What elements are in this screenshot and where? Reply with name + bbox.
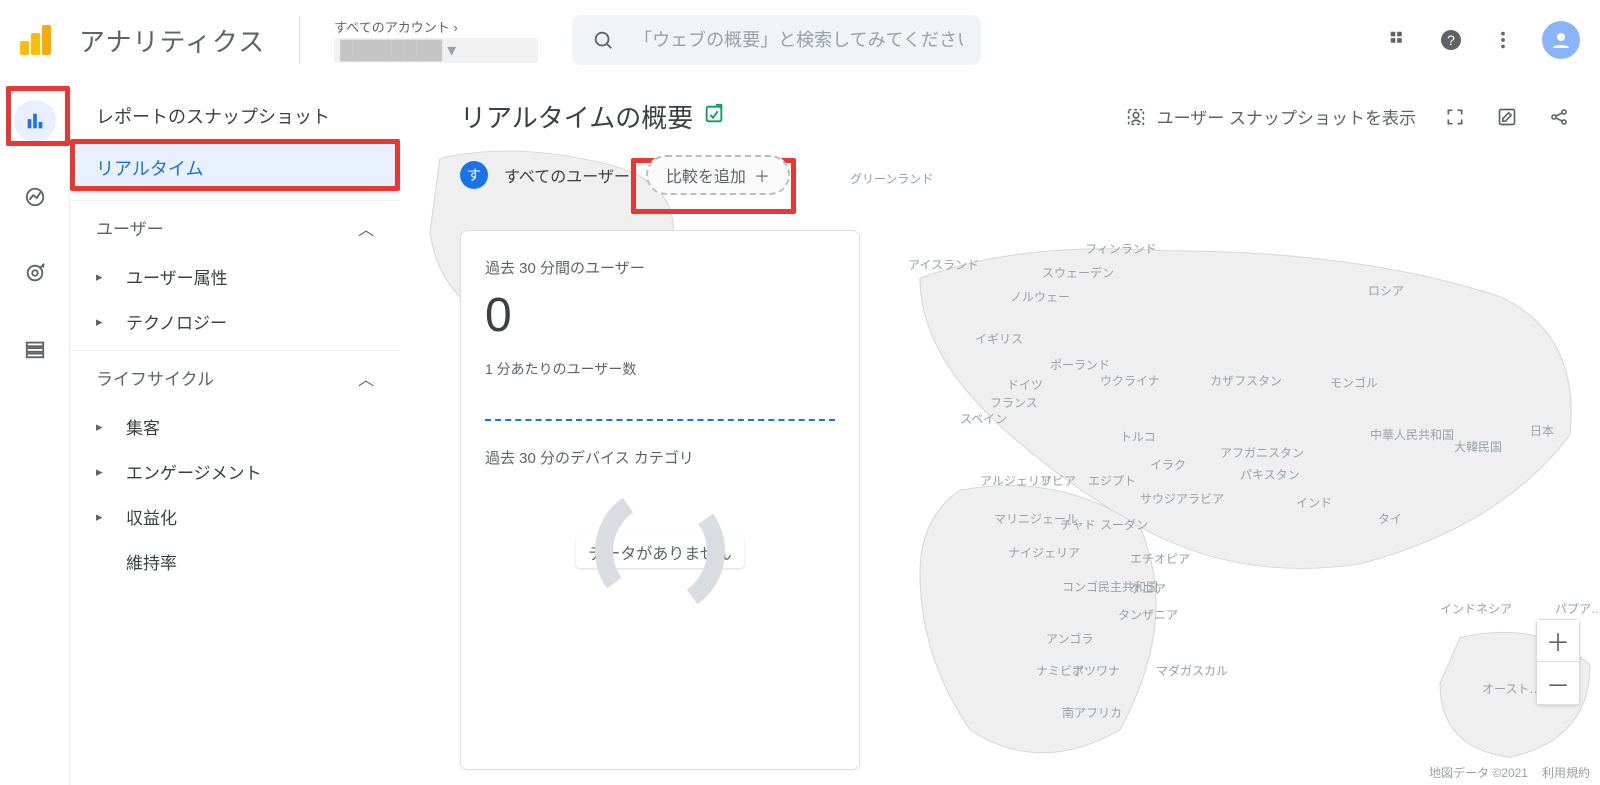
sidebar-item-label: 収益化 (126, 504, 177, 529)
card-title: 過去 30 分間のユーザー (485, 257, 835, 278)
search-box[interactable] (572, 15, 981, 65)
add-comparison-label: 比較を追加 (666, 163, 746, 187)
caret-right-icon: ▸ (96, 269, 110, 285)
main-content: グリーンランドアイスランドフィンランドスウェーデンノルウェーイギリスポーランドロ… (400, 80, 1600, 785)
main-header: リアルタイムの概要 ユーザー スナップショットを表示 (400, 80, 1600, 145)
account-breadcrumb: すべてのアカウント › (334, 17, 538, 36)
caret-right-icon: ▸ (96, 314, 110, 330)
sidebar-item-snapshot[interactable]: レポートのスナップショット (70, 90, 400, 142)
edit-icon[interactable] (1494, 104, 1520, 130)
snapshot-button-label: ユーザー スナップショットを表示 (1157, 104, 1416, 129)
sparkline-placeholder (485, 419, 835, 421)
top-header: アナリティクス すべてのアカウント › ████████ ? (0, 0, 1600, 80)
nav-rail (0, 80, 70, 785)
sidebar-item-technology[interactable]: ▸ テクノロジー (70, 299, 400, 344)
map-attribution-text: 地図データ ©2021 (1429, 764, 1528, 781)
share-icon[interactable] (1546, 104, 1572, 130)
sidebar-item-realtime[interactable]: リアルタイム (70, 142, 400, 194)
account-picker[interactable]: すべてのアカウント › ████████ (316, 17, 556, 63)
realtime-card: 過去 30 分間のユーザー 0 1 分あたりのユーザー数 過去 30 分のデバイ… (460, 230, 860, 770)
more-icon[interactable] (1490, 27, 1516, 53)
configure-icon[interactable] (14, 328, 56, 370)
sidebar-item-retention[interactable]: ▸ 維持率 (70, 539, 400, 584)
sidebar-group-label: ユーザー (96, 215, 164, 240)
add-comparison-button[interactable]: 比較を追加 ＋ (646, 155, 790, 195)
account-name: ████████ (334, 38, 538, 63)
sidebar: レポートのスナップショット リアルタイム ユーザー ︿ ▸ ユーザー属性 ▸ テ… (70, 80, 400, 785)
title-actions: ユーザー スナップショットを表示 (1125, 104, 1572, 130)
apps-icon[interactable] (1386, 27, 1412, 53)
reports-icon[interactable] (14, 100, 56, 142)
caret-right-icon: ▸ (96, 464, 110, 480)
caret-right-icon: ▸ (96, 509, 110, 525)
chevron-up-icon: ︿ (358, 366, 374, 390)
card-value: 0 (485, 288, 835, 343)
sidebar-item-label: 集客 (126, 414, 160, 439)
avatar[interactable] (1542, 21, 1580, 59)
header-actions: ? (1386, 21, 1580, 59)
sidebar-item-label: レポートのスナップショット (96, 103, 330, 129)
map-attribution: 地図データ ©2021 利用規約 (1429, 764, 1590, 781)
sidebar-group-lifecycle[interactable]: ライフサイクル ︿ (70, 350, 400, 404)
analytics-logo (20, 25, 51, 55)
caret-right-icon: ▸ (96, 419, 110, 435)
sidebar-item-label: リアルタイム (96, 155, 203, 181)
sidebar-item-label: ユーザー属性 (126, 264, 228, 289)
explore-icon[interactable] (14, 176, 56, 218)
page-title: リアルタイムの概要 (460, 98, 725, 135)
sidebar-item-engagement[interactable]: ▸ エンゲージメント (70, 449, 400, 494)
plus-icon: ＋ (754, 163, 770, 187)
user-snapshot-button[interactable]: ユーザー スナップショットを表示 (1125, 104, 1416, 129)
sidebar-item-label: 維持率 (126, 549, 177, 574)
sidebar-item-monetization[interactable]: ▸ 収益化 (70, 494, 400, 539)
sidebar-group-user[interactable]: ユーザー ︿ (70, 200, 400, 254)
sidebar-group-label: ライフサイクル (96, 365, 214, 390)
sidebar-item-label: エンゲージメント (126, 459, 262, 484)
product-name: アナリティクス (79, 22, 265, 59)
svg-text:?: ? (1447, 32, 1455, 48)
sidebar-item-user-attributes[interactable]: ▸ ユーザー属性 (70, 254, 400, 299)
advertising-icon[interactable] (14, 252, 56, 294)
map-terms-link[interactable]: 利用規約 (1542, 764, 1590, 781)
segment-badge: す (460, 161, 488, 189)
device-donut: データがありません (485, 486, 835, 568)
zoom-out-button[interactable]: － (1537, 662, 1579, 704)
sidebar-item-acquisition[interactable]: ▸ 集客 (70, 404, 400, 449)
verified-icon (703, 101, 725, 132)
fullscreen-icon[interactable] (1442, 104, 1468, 130)
card-device-title: 過去 30 分のデバイス カテゴリ (485, 447, 835, 468)
map-zoom-control: ＋ － (1536, 619, 1580, 705)
donut-chart-icon (585, 476, 736, 627)
chevron-up-icon: ︿ (358, 216, 374, 240)
zoom-in-button[interactable]: ＋ (1537, 620, 1579, 662)
segment-all-users[interactable]: すべてのユーザー (504, 163, 630, 187)
sidebar-item-label: テクノロジー (126, 309, 227, 334)
card-per-minute-label: 1 分あたりのユーザー数 (485, 359, 835, 379)
search-icon (590, 27, 616, 53)
divider (299, 16, 300, 64)
segment-row: す すべてのユーザー 比較を追加 ＋ (400, 145, 1600, 205)
help-icon[interactable]: ? (1438, 27, 1464, 53)
search-input[interactable] (634, 30, 963, 51)
